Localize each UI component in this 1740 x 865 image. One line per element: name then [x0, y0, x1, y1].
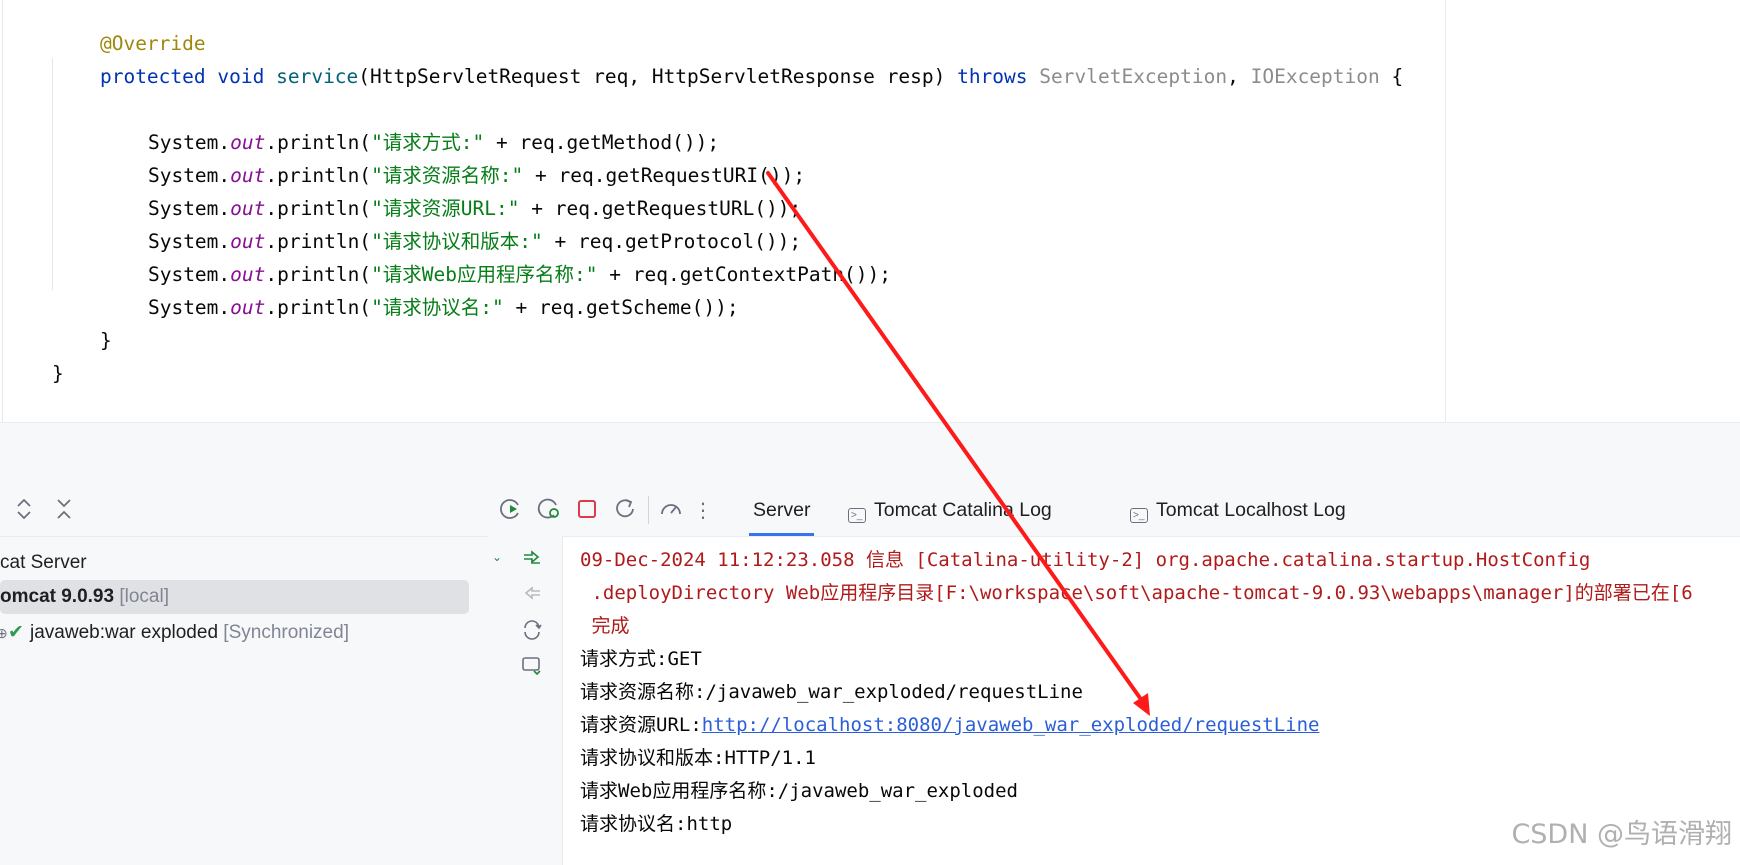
output-line: 请求协议名:http [580, 813, 733, 835]
output-line: 请求Web应用程序名称:/javaweb_war_exploded [580, 780, 1018, 802]
code-line-println: System.out.println("请求资源URL:" + req.getR… [101, 159, 801, 220]
system-token: System. [147, 296, 231, 319]
tree-item-suffix: [local] [114, 586, 169, 607]
out-field-token: out [230, 296, 266, 319]
expression-token: + req.getScheme()); [503, 296, 739, 319]
paren-token: ( [358, 65, 371, 88]
output-line: 请求资源URL:http://localhost:8080/javaweb_wa… [580, 709, 1319, 742]
output-label: 请求资源URL: [580, 714, 702, 736]
comma-token: , [1227, 65, 1251, 88]
tree-item-suffix: [Synchronized] [218, 622, 349, 643]
tab-label: Tomcat Localhost Log [1156, 499, 1346, 521]
code-line-annotation: @Override [53, 0, 206, 55]
services-toolbar [0, 484, 488, 537]
tree-item-tomcat-server-group[interactable]: cat Server [0, 546, 470, 580]
log-line: 完成 [580, 615, 630, 637]
code-line-println: System.out.println("请求协议和版本:" + req.getP… [101, 192, 801, 253]
deploy-icon[interactable] [518, 548, 546, 576]
console-toolbar: ⋮ Server >_ Tomcat Catalina Log >_ Tomcat … [488, 484, 1740, 537]
code-line-println: System.out.println("请求资源名称:" + req.getRe… [101, 126, 805, 187]
brace-token: } [99, 329, 112, 352]
watermark: CSDN @鸟语滑翔 [1511, 819, 1732, 850]
exception-token: IOException [1250, 65, 1380, 88]
expand-collapse-icon[interactable] [10, 496, 38, 524]
param-name-token: req, [581, 65, 652, 88]
tab-server[interactable]: Server [748, 484, 815, 536]
log-line: 09-Dec-2024 11:12:23.058 信息 [Catalina-ut… [580, 549, 1591, 571]
update-run-icon[interactable] [497, 496, 525, 524]
checkmark-icon: ✔ [8, 622, 24, 643]
services-panel: cat Server omcat 9.0.93 [local] ⊕✔ javawe… [0, 484, 489, 865]
code-line-println: System.out.println("请求协议名:" + req.getSch… [101, 258, 739, 319]
tab-tomcat-localhost-log[interactable]: >_ Tomcat Localhost Log [1130, 484, 1346, 536]
param-type-token: HttpServletResponse [651, 65, 875, 88]
more-options-icon[interactable]: ⋮ [689, 496, 717, 524]
return-type-token: void [217, 65, 265, 88]
chevron-down-icon[interactable]: ⌄ [492, 550, 502, 564]
output-line: 请求资源名称:/javaweb_war_exploded/requestLine [580, 681, 1083, 703]
code-line-method-close: } [53, 291, 112, 352]
brace-token: } [51, 362, 64, 385]
tree-item-label: omcat 9.0.93 [0, 586, 115, 607]
println-token: .println( [265, 296, 372, 319]
request-url-link[interactable]: http://localhost:8080/javaweb_war_explod… [702, 714, 1320, 736]
web-globe-icon: ⊕ [0, 625, 8, 641]
tab-tomcat-catalina-log[interactable]: >_ Tomcat Catalina Log [848, 484, 1052, 536]
throws-token: throws [957, 65, 1028, 88]
exception-token: ServletException [1027, 65, 1228, 88]
dump-icon[interactable] [518, 654, 546, 682]
terminal-icon: >_ [848, 508, 866, 523]
console-side-toolbar: ⌄ [488, 536, 563, 865]
tab-label: Server [753, 499, 811, 521]
log-line: .deployDirectory Web应用程序目录[F:\workspace\… [580, 582, 1693, 604]
param-type-token: HttpServletRequest [370, 65, 582, 88]
rerun-icon[interactable] [611, 496, 639, 524]
right-margin-guide [1445, 0, 1446, 422]
toolbar-divider [648, 496, 649, 524]
panel-separator [0, 422, 1740, 485]
tree-item-tomcat-server[interactable]: omcat 9.0.93 [local] [0, 580, 469, 614]
string-literal: "请求协议名:" [371, 296, 504, 319]
brace-token: { [1379, 65, 1404, 88]
code-line-class-close: } [5, 324, 64, 385]
code-line-println: System.out.println("请求方式:" + req.getMeth… [101, 93, 719, 154]
code-line-method-signature: protected void service(HttpServletReques… [53, 27, 1403, 88]
param-name-token: resp) [874, 65, 958, 88]
tree-item-label: cat Server [0, 552, 87, 573]
console-panel: ⋮ Server >_ Tomcat Catalina Log >_ Tomcat … [488, 484, 1740, 865]
close-all-icon[interactable] [50, 496, 78, 524]
stop-icon[interactable] [573, 496, 601, 524]
tree-item-label: javaweb:war exploded [30, 622, 219, 643]
code-editor[interactable]: @Override protected void service(HttpSer… [0, 0, 1740, 422]
tree-item-artifact[interactable]: ⊕✔ javaweb:war exploded [Synchronized] [0, 616, 470, 650]
refresh-icon[interactable] [518, 618, 546, 646]
terminal-icon: >_ [1130, 508, 1148, 523]
method-name-token: service [276, 65, 359, 88]
output-line: 请求协议和版本:HTTP/1.1 [580, 747, 816, 769]
update-debug-icon[interactable] [535, 496, 563, 524]
editor-gutter-divider [2, 0, 3, 422]
gauge-icon[interactable] [657, 496, 685, 524]
output-line: 请求方式:GET [580, 648, 702, 670]
undeploy-icon[interactable] [518, 584, 546, 612]
tab-label: Tomcat Catalina Log [874, 499, 1052, 521]
code-line-println: System.out.println("请求Web应用程序名称:" + req.… [101, 225, 891, 286]
modifier-token: protected [99, 65, 206, 88]
